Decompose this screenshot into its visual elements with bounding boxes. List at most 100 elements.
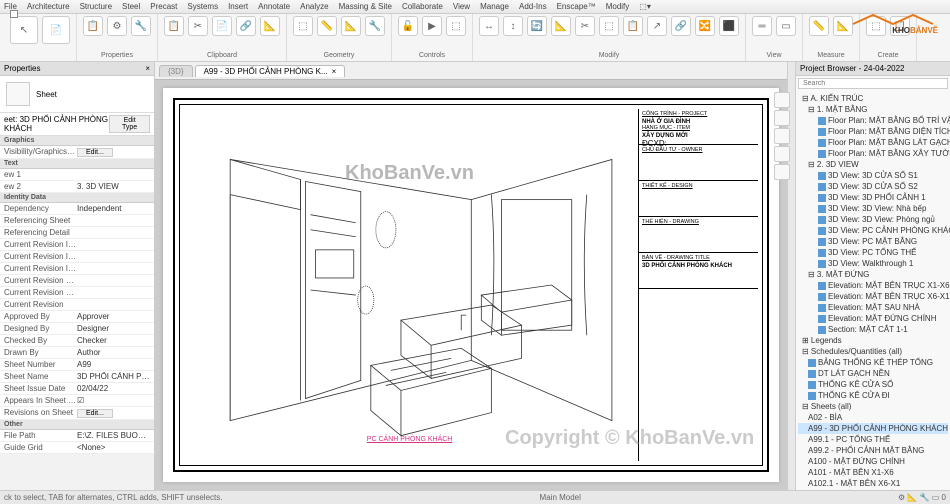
prop-row[interactable]: Sheet Name3D PHỐI CẢNH PHÒNG K... — [0, 371, 154, 383]
prop-row[interactable]: Appears In Sheet List☑ — [0, 395, 154, 407]
status-icons[interactable]: ⚙ 📐 🔧 ▭ 0 — [898, 493, 946, 502]
menu-view[interactable]: View — [453, 2, 470, 11]
tree-node[interactable]: A102.0 - MẶT SAU NHÀ — [798, 489, 948, 490]
menu-manage[interactable]: Manage — [480, 2, 509, 11]
prop-row[interactable]: Current Revision Descriptio... — [0, 287, 154, 299]
status-workset[interactable]: Main Model — [540, 493, 581, 502]
prop-section-header[interactable]: Text — [0, 159, 154, 169]
prop-row[interactable]: Referencing Sheet — [0, 215, 154, 227]
tree-node[interactable]: ⊟ 1. MẶT BẰNG — [798, 104, 948, 115]
menu-structure[interactable]: Structure — [80, 2, 112, 11]
menu-modify[interactable]: Modify — [606, 2, 630, 11]
ribbon-button[interactable]: 🔧 — [365, 16, 385, 36]
browser-search-input[interactable] — [798, 78, 948, 89]
menu-[interactable]: ⬚▾ — [639, 2, 651, 11]
ribbon-button[interactable]: 📋 — [164, 16, 184, 36]
ribbon-button[interactable]: ⬚ — [599, 16, 619, 36]
edit-button[interactable]: Edit... — [77, 409, 113, 418]
tree-node[interactable]: THỐNG KÊ CỬA SỔ — [798, 379, 948, 390]
tree-node[interactable]: A100 - MẶT ĐỨNG CHÍNH — [798, 456, 948, 467]
nav-cube-icon[interactable] — [774, 110, 790, 126]
tree-node[interactable]: BẢNG THỐNG KÊ THÉP TỔNG — [798, 357, 948, 368]
prop-row[interactable]: ew 1 — [0, 169, 154, 181]
prop-row[interactable]: Current Revision Issued — [0, 239, 154, 251]
menu-annotate[interactable]: Annotate — [258, 2, 290, 11]
prop-row[interactable]: Visibility/Graphics Overrid...Edit... — [0, 146, 154, 159]
ribbon-button[interactable]: 📐 — [260, 16, 280, 36]
tree-node[interactable]: DT LÁT GẠCH NỀN — [798, 368, 948, 379]
menu-systems[interactable]: Systems — [187, 2, 218, 11]
ribbon-button[interactable]: ✂ — [188, 16, 208, 36]
ribbon-button[interactable]: 🔗 — [236, 16, 256, 36]
ribbon-button[interactable]: 🔀 — [695, 16, 715, 36]
prop-row[interactable]: Designed ByDesigner — [0, 323, 154, 335]
tree-node[interactable]: ⊟ 2. 3D VIEW — [798, 159, 948, 170]
prop-row[interactable]: Current Revision Issued By — [0, 251, 154, 263]
tree-node[interactable]: 3D View: PC MẶT BẰNG — [798, 236, 948, 247]
prop-row[interactable]: ew 23. 3D VIEW — [0, 181, 154, 193]
menu-insert[interactable]: Insert — [228, 2, 248, 11]
prop-row[interactable]: Sheet Issue Date02/04/22 — [0, 383, 154, 395]
tree-node[interactable]: A99.2 - PHỐI CẢNH MẶT BẰNG — [798, 445, 948, 456]
properties-close-icon[interactable]: × — [145, 64, 150, 73]
tree-node[interactable]: ⊟ Schedules/Quantities (all) — [798, 346, 948, 357]
tree-node[interactable]: Elevation: MẶT BÊN TRỤC X6-X1 — [798, 291, 948, 302]
tree-node[interactable]: ⊟ 3. MẶT ĐỨNG — [798, 269, 948, 280]
tree-node[interactable]: Floor Plan: MẶT BẰNG DIỆN TÍCH SỬ D — [798, 126, 948, 137]
prop-row[interactable]: Checked ByChecker — [0, 335, 154, 347]
tree-node[interactable]: ⊟ Sheets (all) — [798, 401, 948, 412]
prop-row[interactable]: Revisions on SheetEdit... — [0, 407, 154, 420]
menu-massingsite[interactable]: Massing & Site — [339, 2, 392, 11]
prop-row[interactable]: Referencing Detail — [0, 227, 154, 239]
prop-row[interactable]: File PathE:\Z. FILES BUON BAN\NH... — [0, 430, 154, 442]
tree-node[interactable]: 3D View: 3D View: Phòng ngủ — [798, 214, 948, 225]
prop-row[interactable]: Approved ByApprover — [0, 311, 154, 323]
tree-node[interactable]: A99.1 - PC TỔNG THỂ — [798, 434, 948, 445]
ribbon-button[interactable]: ⚙ — [107, 16, 127, 36]
nav-wheel-icon[interactable] — [774, 128, 790, 144]
prop-row[interactable]: DependencyIndependent — [0, 203, 154, 215]
tree-node[interactable]: 3D View: 3D CỬA SỔ S2 — [798, 181, 948, 192]
menu-architecture[interactable]: Architecture — [27, 2, 70, 11]
ribbon-button[interactable]: ⬚ — [293, 16, 313, 36]
edit-button[interactable]: Edit... — [77, 148, 113, 157]
prop-row[interactable]: Drawn ByAuthor — [0, 347, 154, 359]
tree-node[interactable]: 3D View: 3D View: Nhà bếp — [798, 203, 948, 214]
tree-node[interactable]: 3D View: 3D PHỐI CẢNH 1 — [798, 192, 948, 203]
tree-node[interactable]: A02 - BÌA — [798, 412, 948, 423]
tree-node[interactable]: Floor Plan: MẶT BẰNG XÂY TƯỜNG — [798, 148, 948, 159]
ribbon-button[interactable]: 📏 — [809, 16, 829, 36]
ribbon-button[interactable]: 📋 — [83, 16, 103, 36]
menu-collaborate[interactable]: Collaborate — [402, 2, 443, 11]
tab-close-icon[interactable]: × — [332, 67, 337, 76]
ribbon-button[interactable]: 📄 — [212, 16, 232, 36]
ribbon-button[interactable]: ⬚ — [446, 16, 466, 36]
ribbon-button[interactable]: 🔗 — [671, 16, 691, 36]
drawing-canvas[interactable]: CÔNG TRÌNH - PROJECTNHÀ Ở GIA ĐÌNHHẠNG M… — [163, 88, 779, 482]
edit-type-button[interactable]: Edit Type — [109, 115, 150, 133]
tree-node[interactable]: 3D View: 3D CỬA SỔ S1 — [798, 170, 948, 181]
tree-node[interactable]: ⊟ A. KIẾN TRÚC — [798, 93, 948, 104]
ribbon-button[interactable]: ▭ — [776, 16, 796, 36]
menu-steel[interactable]: Steel — [122, 2, 140, 11]
ribbon-button[interactable]: 📐 — [341, 16, 361, 36]
element-type-selector[interactable]: eet: 3D PHỐI CẢNH PHÒNG KHÁCH — [4, 115, 109, 133]
menu-analyze[interactable]: Analyze — [300, 2, 328, 11]
nav-pan-icon[interactable] — [774, 146, 790, 162]
prop-row[interactable]: Current Revision Date — [0, 275, 154, 287]
ribbon-button[interactable]: 🔧 — [131, 16, 151, 36]
properties-type-selector[interactable]: Sheet — [0, 76, 154, 113]
tree-node[interactable]: Floor Plan: MẶT BẰNG LÁT GẠCH NỀN — [798, 137, 948, 148]
ribbon-button[interactable]: 🔄 — [527, 16, 547, 36]
ribbon-button[interactable]: 📐 — [551, 16, 571, 36]
tree-node[interactable]: Elevation: MẶT ĐỨNG CHÍNH — [798, 313, 948, 324]
ribbon-button[interactable]: ⬛ — [719, 16, 739, 36]
tree-node[interactable]: Section: MẶT CẮT 1-1 — [798, 324, 948, 335]
ribbon-button[interactable]: ↔ — [479, 16, 499, 36]
tree-node[interactable]: 3D View: Walkthrough 1 — [798, 258, 948, 269]
tree-node[interactable]: 3D View: PC CẢNH PHÒNG KHÁCH — [798, 225, 948, 236]
prop-section-header[interactable]: Other — [0, 420, 154, 430]
ribbon-button[interactable]: ▶ — [422, 16, 442, 36]
prop-row[interactable]: Sheet NumberA99 — [0, 359, 154, 371]
ribbon-button[interactable]: 📄 — [42, 16, 70, 44]
